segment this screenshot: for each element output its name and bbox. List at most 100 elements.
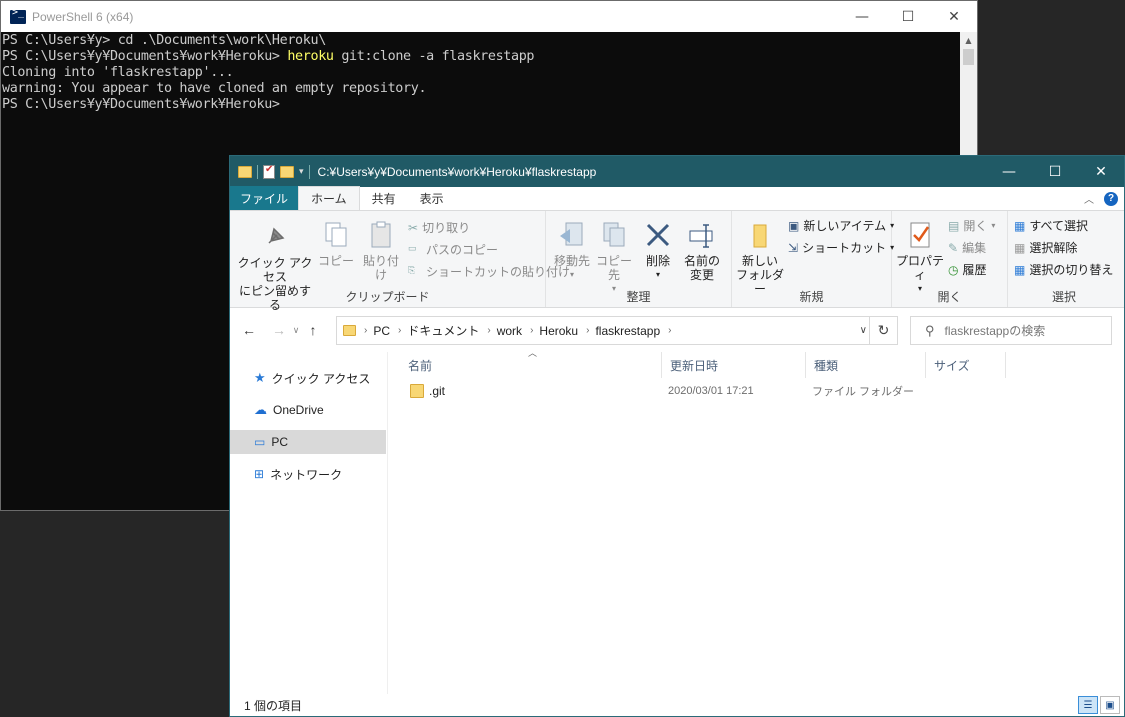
tab-share[interactable]: 共有: [360, 187, 408, 210]
properties-button[interactable]: プロパティ ▾: [894, 219, 946, 296]
large-icons-view-icon[interactable]: ▣: [1100, 696, 1120, 714]
chevron-right-icon[interactable]: ›: [530, 325, 533, 336]
help-icon[interactable]: ?: [1104, 191, 1118, 206]
search-box[interactable]: ⚲ flaskrestappの検索: [910, 316, 1112, 345]
new-folder-icon: [753, 224, 767, 248]
scroll-up-icon[interactable]: ▲: [960, 32, 977, 49]
breadcrumb-item[interactable]: flaskrestapp: [595, 324, 660, 338]
chevron-right-icon[interactable]: ›: [586, 325, 589, 336]
address-bar[interactable]: › PC › ドキュメント › work › Heroku › flaskres…: [336, 316, 898, 345]
tab-home[interactable]: ホーム: [298, 186, 360, 210]
select-all-icon: ▦: [1014, 218, 1026, 233]
folder-icon: [238, 165, 252, 178]
copy-button[interactable]: コピー: [316, 219, 356, 268]
organize-group: 移動先 ▾ コピー先 ▾ 削除 ▾ 名前の 変更 整理: [546, 211, 732, 307]
sidebar-item-onedrive[interactable]: ☁ OneDrive: [230, 398, 386, 422]
close-button[interactable]: ✕: [1078, 156, 1124, 187]
recent-dropdown-icon[interactable]: ∨: [290, 325, 302, 336]
ribbon: クイック アクセス にピン留めする コピー 貼り付け ✂ 切り取り ▭ パスのコピー…: [230, 211, 1124, 312]
chevron-right-icon[interactable]: ›: [487, 325, 490, 336]
qat-dropdown-icon[interactable]: ▾: [299, 166, 304, 177]
column-header-date[interactable]: 更新日時: [662, 352, 806, 378]
select-none-button[interactable]: ▦ 選択解除: [1014, 239, 1077, 256]
minimize-button[interactable]: —: [839, 1, 885, 32]
chevron-right-icon[interactable]: ›: [364, 325, 367, 336]
console-line: PS C:\Users¥y> cd .\Documents\work\Herok…: [2, 33, 326, 48]
new-item-icon: ▣: [788, 218, 800, 233]
move-to-button[interactable]: 移動先 ▾: [552, 219, 592, 282]
paste-button[interactable]: 貼り付け: [358, 219, 404, 282]
refresh-icon[interactable]: ↻: [869, 317, 897, 344]
copy-to-icon: [603, 222, 625, 247]
content-area: ★ クイック アクセス ☁ OneDrive ▭ PC ⊞ ネットワーク 名前 …: [230, 348, 1124, 694]
sidebar-item-pc[interactable]: ▭ PC: [230, 430, 386, 454]
column-header-name[interactable]: 名前 ︿: [400, 348, 662, 378]
file-list[interactable]: 名前 ︿ 更新日時 種類 サイズ .git 2020/03/01 17:21 フ…: [390, 348, 1124, 694]
maximize-button[interactable]: ☐: [885, 1, 931, 32]
history-button[interactable]: ◷ 履歴: [948, 261, 987, 278]
table-row[interactable]: .git 2020/03/01 17:21 ファイル フォルダー: [400, 380, 1000, 402]
star-icon: ★: [254, 370, 266, 385]
paste-shortcut-icon: ⎘: [408, 264, 416, 275]
forward-arrow-icon[interactable]: →: [268, 322, 290, 338]
explorer-titlebar[interactable]: ▾ C:¥Users¥y¥Documents¥work¥Heroku¥flask…: [230, 156, 1124, 187]
tab-file[interactable]: ファイル: [230, 186, 299, 210]
search-placeholder: flaskrestappの検索: [944, 324, 1046, 338]
status-bar: 1 個の項目 ☰ ▣: [230, 694, 1124, 716]
breadcrumb-item[interactable]: Heroku: [539, 324, 578, 338]
column-header-type[interactable]: 種類: [806, 352, 926, 378]
console-line: warning: You appear to have cloned an em…: [2, 81, 427, 96]
new-folder-qat-icon[interactable]: [280, 165, 294, 178]
maximize-button[interactable]: ☐: [1032, 156, 1078, 187]
copy-path-button[interactable]: ▭ パスのコピー: [408, 241, 498, 258]
file-date: 2020/03/01 17:21: [668, 385, 754, 397]
file-name: .git: [429, 384, 446, 398]
column-header-size[interactable]: サイズ: [926, 352, 1006, 378]
copy-to-button[interactable]: コピー先 ▾: [594, 219, 634, 296]
pin-icon: [268, 227, 285, 244]
breadcrumb-item[interactable]: work: [497, 324, 522, 338]
chevron-right-icon[interactable]: ›: [668, 325, 671, 336]
open-group-label: 開く: [937, 290, 962, 304]
history-icon: ◷: [948, 262, 959, 277]
cut-button[interactable]: ✂ 切り取り: [408, 219, 470, 236]
move-to-icon: [560, 222, 583, 246]
organize-group-label: 整理: [626, 290, 651, 304]
new-folder-button[interactable]: 新しい フォルダー: [736, 219, 784, 296]
tab-view[interactable]: 表示: [408, 187, 456, 210]
clipboard-group: クイック アクセス にピン留めする コピー 貼り付け ✂ 切り取り ▭ パスのコピー…: [230, 211, 570, 312]
rename-button[interactable]: 名前の 変更: [680, 219, 724, 282]
properties-qat-icon[interactable]: [263, 164, 275, 179]
delete-icon: [646, 223, 670, 247]
breadcrumb-item[interactable]: ドキュメント: [407, 322, 479, 339]
shortcut-button[interactable]: ⇲ ショートカット ▾: [788, 239, 894, 256]
open-button[interactable]: ▤ 開く ▾: [948, 217, 995, 234]
sort-ascending-icon: ︿: [528, 348, 538, 358]
delete-button[interactable]: 削除 ▾: [640, 219, 676, 282]
paste-icon: [371, 221, 391, 248]
sidebar-item-quick-access[interactable]: ★ クイック アクセス: [230, 366, 386, 390]
breadcrumb-item[interactable]: PC: [373, 324, 390, 338]
minimize-button[interactable]: —: [986, 156, 1032, 187]
chevron-right-icon[interactable]: ›: [398, 325, 401, 336]
details-view-icon[interactable]: ☰: [1078, 696, 1098, 714]
cloud-icon: ☁: [254, 402, 267, 417]
edit-button[interactable]: ✎ 編集: [948, 239, 986, 256]
collapse-ribbon-icon[interactable]: ︿: [1084, 191, 1094, 206]
shortcut-icon: ⇲: [788, 240, 799, 255]
address-row: ← → ∨ ↑ › PC › ドキュメント › work › Heroku › …: [230, 308, 1124, 352]
address-dropdown-icon[interactable]: ∨: [860, 325, 867, 336]
invert-selection-button[interactable]: ▦ 選択の切り替え: [1014, 261, 1113, 278]
clipboard-group-label: クリップボード: [345, 290, 430, 304]
close-button[interactable]: ✕: [931, 1, 977, 32]
new-item-button[interactable]: ▣ 新しいアイテム ▾: [788, 217, 894, 234]
scroll-thumb[interactable]: [963, 49, 974, 65]
select-group-label: 選択: [1051, 290, 1076, 304]
select-all-button[interactable]: ▦ すべて選択: [1014, 217, 1088, 234]
back-arrow-icon[interactable]: ←: [238, 322, 260, 338]
powershell-titlebar[interactable]: PowerShell 6 (x64) — ☐ ✕: [1, 1, 977, 32]
powershell-icon: [10, 7, 26, 24]
search-icon: ⚲: [925, 322, 935, 338]
sidebar-item-network[interactable]: ⊞ ネットワーク: [230, 462, 386, 486]
up-arrow-icon[interactable]: ↑: [302, 322, 324, 338]
